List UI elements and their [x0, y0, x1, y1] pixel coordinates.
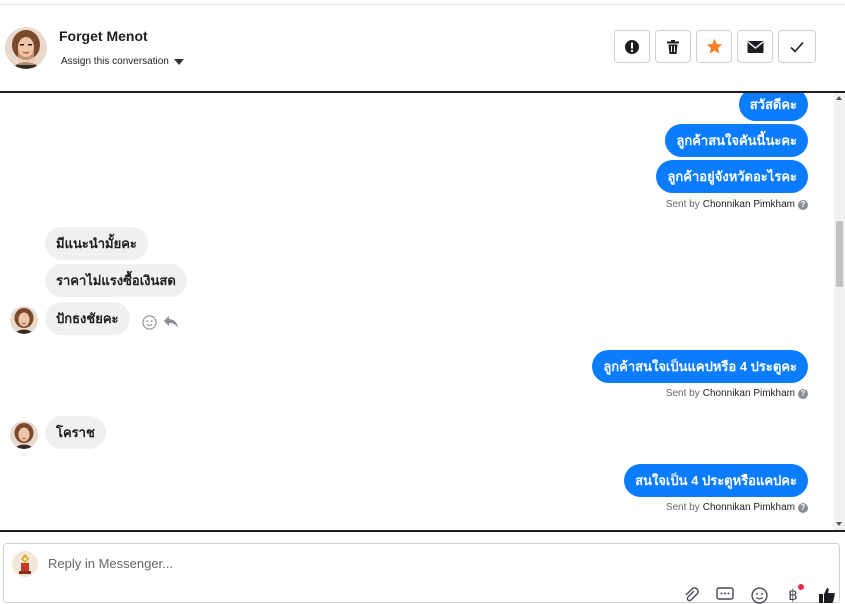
delete-button[interactable] — [655, 30, 691, 63]
sent-by-agent[interactable]: Chonnikan Pimkham — [703, 388, 795, 399]
attach-button[interactable] — [682, 586, 700, 604]
conversation-header: Forget Menot Assign this conversation — [0, 5, 845, 91]
sent-by-note: Sent by Chonnikan Pimkham ? — [666, 199, 808, 210]
message-thread[interactable]: สวัสดีคะ ลูกค้าสนใจคันนี้นะคะ ลูกค้าอยู่… — [0, 93, 834, 530]
help-icon[interactable]: ? — [798, 388, 808, 399]
scroll-down-arrow-icon[interactable] — [836, 522, 842, 526]
chat-bubble-icon — [716, 587, 734, 600]
envelope-icon — [747, 40, 763, 53]
saved-replies-button[interactable] — [716, 586, 734, 604]
help-icon[interactable]: ? — [798, 502, 808, 513]
check-icon — [790, 41, 804, 53]
emoji-react-icon[interactable] — [142, 315, 157, 330]
page-avatar — [12, 551, 38, 577]
emoji-button[interactable] — [750, 586, 768, 604]
baht-icon: ฿ — [788, 586, 798, 604]
star-button[interactable] — [696, 30, 732, 63]
mark-unread-button[interactable] — [737, 30, 773, 63]
composer-toolbar: ฿ — [682, 584, 836, 604]
message-bubble-incoming: โคราช — [45, 416, 106, 449]
message-bubble-outgoing: ลูกค้าสนใจคันนี้นะคะ — [665, 124, 808, 157]
like-button[interactable] — [818, 586, 836, 604]
conversation-actions — [614, 30, 816, 63]
message-bubble-outgoing: สนใจเป็น 4 ประตูหรือแคปคะ — [624, 464, 808, 497]
message-bubble-incoming: มีแนะนำมั้ยคะ — [45, 227, 148, 260]
contact-avatar[interactable] — [5, 27, 47, 69]
sent-by-agent[interactable]: Chonnikan Pimkham — [703, 199, 795, 210]
mark-spam-button[interactable] — [614, 30, 650, 63]
message-bubble-incoming: ราคาไม่แรงซื้อเงินสด — [45, 264, 187, 297]
message-bubble-outgoing: ลูกค้าอยู่จังหวัดอะไรคะ — [656, 160, 808, 193]
sender-avatar — [10, 421, 38, 449]
sent-by-note: Sent by Chonnikan Pimkham ? — [666, 502, 808, 513]
star-icon — [706, 38, 722, 54]
assign-conversation-dropdown[interactable]: Assign this conversation — [61, 56, 184, 67]
sent-by-prefix: Sent by — [665, 199, 700, 210]
message-bubble-outgoing: สวัสดีคะ — [738, 93, 808, 121]
message-tools — [142, 315, 179, 330]
sent-by-prefix: Sent by — [665, 502, 700, 513]
paperclip-icon — [685, 587, 699, 602]
mark-done-button[interactable] — [778, 30, 816, 63]
reply-input[interactable] — [48, 556, 648, 571]
sender-avatar — [10, 306, 38, 334]
thread-scrollbar[interactable] — [834, 93, 845, 530]
reply-composer: ฿ — [3, 543, 840, 604]
message-bubble-outgoing: ลูกค้าสนใจเป็นแคปหรือ 4 ประตูคะ — [592, 350, 808, 383]
caret-down-icon — [173, 59, 184, 65]
notification-dot — [798, 584, 804, 590]
scrollbar-thumb[interactable] — [836, 221, 843, 287]
sent-by-prefix: Sent by — [665, 388, 700, 399]
trash-icon — [667, 39, 679, 54]
thumbs-up-icon — [819, 588, 835, 603]
composer-divider — [0, 530, 845, 532]
contact-name[interactable]: Forget Menot — [59, 28, 148, 44]
reply-icon[interactable] — [163, 315, 179, 330]
alert-icon — [625, 39, 639, 54]
scroll-up-arrow-icon[interactable] — [836, 96, 842, 100]
message-bubble-incoming: ปักธงชัยคะ — [45, 302, 130, 335]
payments-button[interactable]: ฿ — [784, 584, 804, 604]
help-icon[interactable]: ? — [798, 199, 808, 210]
sent-by-note: Sent by Chonnikan Pimkham ? — [666, 388, 808, 399]
emoji-icon — [750, 586, 768, 604]
assign-label: Assign this conversation — [61, 56, 169, 67]
sent-by-agent[interactable]: Chonnikan Pimkham — [703, 502, 795, 513]
